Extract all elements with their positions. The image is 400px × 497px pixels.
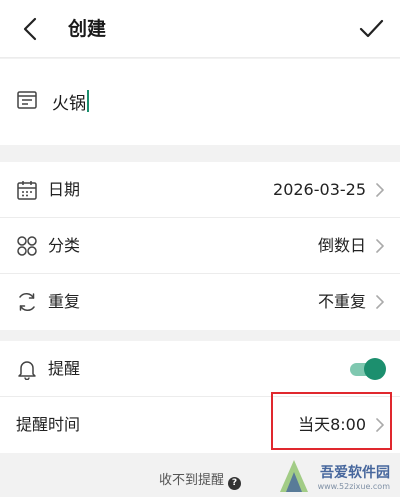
chevron-right-icon	[376, 418, 384, 432]
reminder-time-value: 当天8:00	[298, 415, 366, 434]
category-row[interactable]: 分类 倒数日	[0, 218, 400, 274]
repeat-value: 不重复	[317, 292, 366, 311]
watermark-title: 吾爱软件园	[320, 465, 390, 481]
watermark-url: www.52zixue.com	[317, 482, 390, 491]
event-name-input[interactable]: 火锅	[52, 86, 372, 116]
repeat-icon	[19, 293, 35, 311]
date-label: 日期	[48, 180, 81, 199]
text-caret	[87, 90, 89, 112]
site-watermark: 吾爱软件园 www.52zixue.com	[276, 456, 396, 496]
reminder-label: 提醒	[48, 359, 81, 378]
chevron-right-icon	[376, 183, 384, 197]
category-value: 倒数日	[317, 236, 366, 255]
category-label: 分类	[48, 236, 81, 255]
note-icon	[17, 91, 37, 109]
calendar-icon	[17, 181, 37, 200]
chevron-right-icon	[376, 295, 384, 309]
settings-card: 日期 2026-03-25 分类 倒数日 重复 不重复	[0, 162, 400, 330]
reminder-time-label: 提醒时间	[16, 415, 81, 434]
chevron-left-icon[interactable]	[16, 14, 46, 44]
toggle-knob	[364, 358, 386, 380]
chevron-right-icon	[376, 239, 384, 253]
watermark-logo-icon	[280, 460, 308, 492]
reminder-card: 提醒 提醒时间 当天8:00	[0, 341, 400, 453]
check-icon[interactable]	[356, 14, 386, 44]
bell-icon	[18, 361, 36, 380]
page-title: 创建	[68, 18, 107, 40]
grid-icon	[17, 236, 37, 256]
date-value: 2026-03-25	[273, 180, 366, 199]
help-text: 收不到提醒	[158, 473, 224, 488]
reminder-row: 提醒	[0, 341, 400, 397]
repeat-row[interactable]: 重复 不重复	[0, 274, 400, 330]
event-name-section: 火锅	[0, 59, 400, 145]
top-bar: 创建	[0, 0, 400, 58]
date-row[interactable]: 日期 2026-03-25	[0, 162, 400, 218]
repeat-label: 重复	[48, 292, 81, 311]
event-name-value: 火锅	[52, 93, 86, 114]
question-circle-icon: ?	[228, 477, 241, 490]
reminder-time-row[interactable]: 提醒时间 当天8:00	[0, 397, 400, 453]
reminder-toggle[interactable]	[348, 358, 386, 380]
